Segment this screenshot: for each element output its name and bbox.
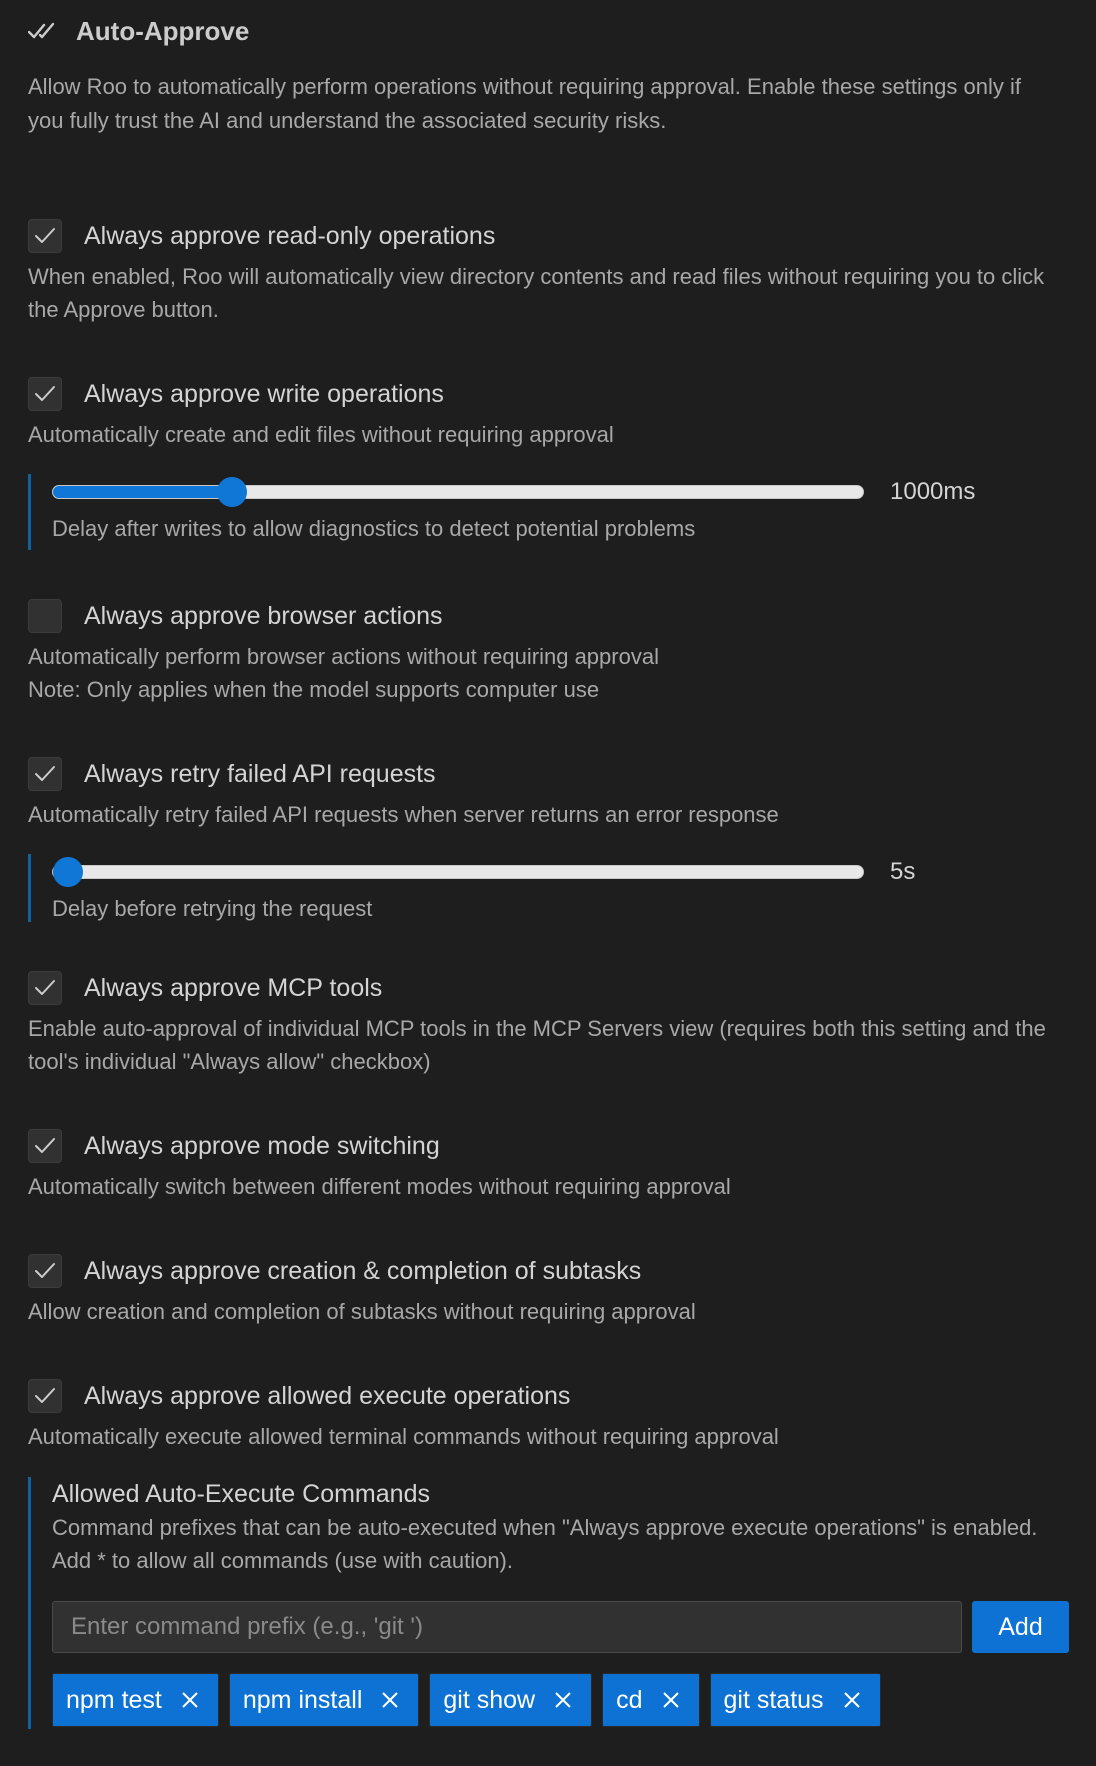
command-chip[interactable]: cd [602,1673,700,1727]
execute-label[interactable]: Always approve allowed execute operation… [84,1382,570,1411]
section-description: Allow Roo to automatically perform opera… [28,74,1021,133]
close-icon[interactable] [553,1688,577,1712]
close-icon[interactable] [380,1688,404,1712]
write-delay-value: 1000ms [890,478,976,505]
write-checkbox[interactable] [28,377,62,411]
auto-approve-settings-panel: Auto-Approve Allow Roo to automatically … [0,0,1096,1766]
subtasks-checkbox[interactable] [28,1254,62,1288]
read-only-label[interactable]: Always approve read-only operations [84,222,495,251]
checkmark-icon [35,1138,55,1153]
retry-delay-value: 5s [890,858,916,885]
mcp-tools-description: Enable auto-approval of individual MCP t… [28,1016,1046,1074]
mcp-tools-checkbox[interactable] [28,971,62,1005]
mode-switching-description: Automatically switch between different m… [28,1174,731,1199]
command-chip-label: cd [616,1685,643,1714]
checkmark-icon [35,766,55,781]
command-chip-label: npm install [242,1685,363,1714]
retry-delay-description: Delay before retrying the request [52,896,373,921]
setting-retry: Always retry failed API requests Automat… [28,756,1068,831]
section-header: Auto-Approve [28,14,249,48]
command-chip-list: npm test npm install git show cd git status [52,1673,1078,1727]
retry-description: Automatically retry failed API requests … [28,802,779,827]
command-chip-label: npm test [66,1685,162,1714]
subtasks-label[interactable]: Always approve creation & completion of … [84,1257,641,1286]
slider-thumb[interactable] [217,477,248,507]
write-description: Automatically create and edit files with… [28,422,614,447]
command-chip[interactable]: npm install [228,1673,420,1727]
setting-subtasks: Always approve creation & completion of … [28,1253,1068,1328]
allowed-commands-title: Allowed Auto-Execute Commands [52,1480,430,1508]
command-prefix-input[interactable] [52,1601,962,1653]
checkmark-icon [35,1263,55,1278]
checkmark-icon [35,228,55,243]
retry-delay-group: 5s Delay before retrying the request [28,854,1068,922]
write-delay-group: 1000ms Delay after writes to allow diagn… [28,474,1068,550]
setting-mode-switching: Always approve mode switching Automatica… [28,1128,1068,1203]
setting-execute: Always approve allowed execute operation… [28,1378,1068,1453]
close-icon[interactable] [180,1688,204,1712]
retry-delay-slider[interactable] [52,857,864,887]
browser-label[interactable]: Always approve browser actions [84,602,443,631]
command-chip-label: git status [723,1685,824,1714]
command-chip[interactable]: git status [709,1673,881,1727]
retry-label[interactable]: Always retry failed API requests [84,760,436,789]
setting-browser: Always approve browser actions Automatic… [28,598,1068,706]
close-icon[interactable] [842,1688,866,1712]
command-chip[interactable]: npm test [52,1673,219,1727]
command-chip-label: git show [443,1685,536,1714]
checkmark-icon [35,980,55,995]
add-command-button[interactable]: Add [972,1601,1069,1653]
checkmark-icon [35,1388,55,1403]
mode-switching-checkbox[interactable] [28,1129,62,1163]
setting-read-only: Always approve read-only operations When… [28,218,1068,326]
allowed-commands-description: Command prefixes that can be auto-execut… [52,1515,1038,1573]
retry-checkbox[interactable] [28,757,62,791]
write-delay-slider[interactable] [52,477,864,507]
read-only-description: When enabled, Roo will automatically vie… [28,264,1045,322]
command-chip[interactable]: git show [429,1673,593,1727]
execute-checkbox[interactable] [28,1379,62,1413]
write-label[interactable]: Always approve write operations [84,380,444,409]
setting-mcp-tools: Always approve MCP tools Enable auto-app… [28,970,1068,1078]
browser-description: Automatically perform browser actions wi… [28,640,1068,706]
allowed-commands-group: Allowed Auto-Execute Commands Command pr… [28,1477,1078,1729]
setting-write: Always approve write operations Automati… [28,376,1068,451]
close-icon[interactable] [661,1688,685,1712]
browser-checkbox[interactable] [28,599,62,633]
double-check-icon [28,19,60,43]
slider-fill [53,486,233,498]
browser-note: Note: Only applies when the model suppor… [28,677,600,702]
execute-description: Automatically execute allowed terminal c… [28,1424,779,1449]
command-input-row: Add [52,1601,1078,1653]
section-title: Auto-Approve [76,15,250,46]
slider-thumb[interactable] [53,857,83,887]
read-only-checkbox[interactable] [28,219,62,253]
checkmark-icon [35,386,55,401]
browser-description-text: Automatically perform browser actions wi… [28,644,659,669]
mode-switching-label[interactable]: Always approve mode switching [84,1132,440,1161]
write-delay-description: Delay after writes to allow diagnostics … [52,516,696,541]
mcp-tools-label[interactable]: Always approve MCP tools [84,974,382,1003]
subtasks-description: Allow creation and completion of subtask… [28,1299,696,1324]
